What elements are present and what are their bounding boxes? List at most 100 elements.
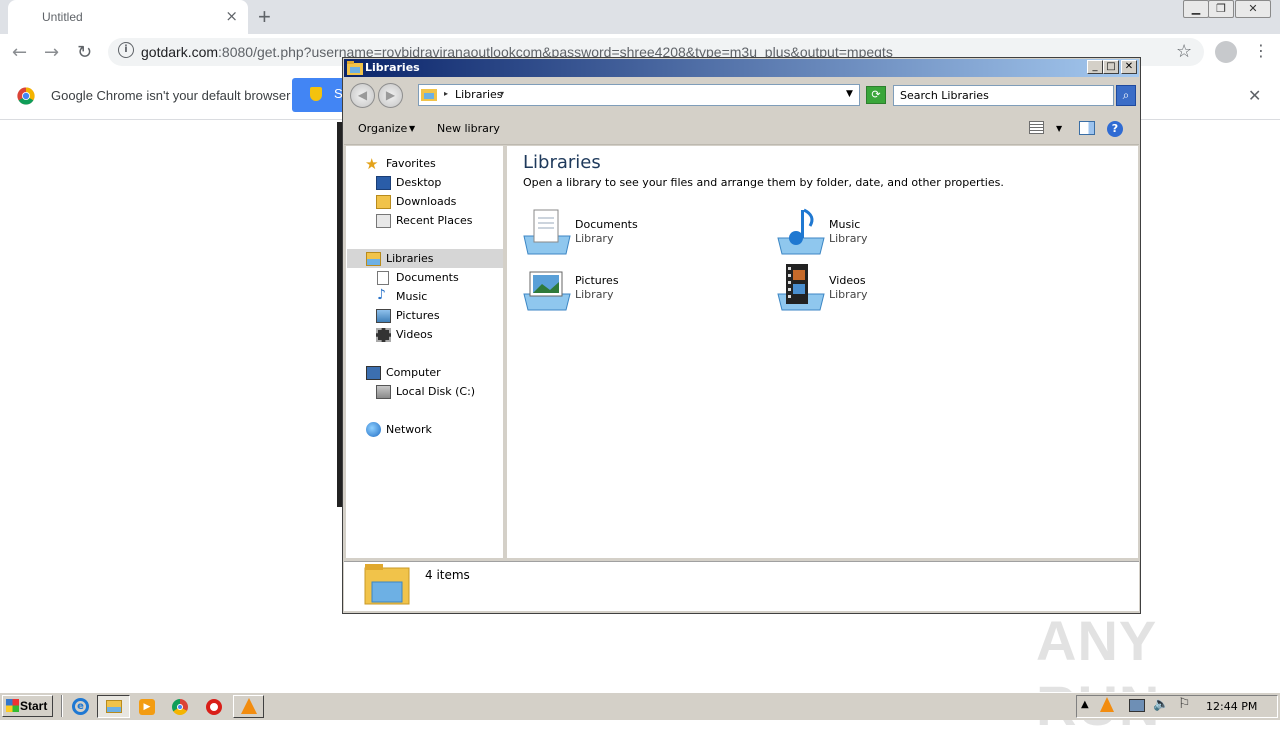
taskbar-explorer-button[interactable] — [97, 695, 130, 718]
nav-libraries[interactable]: Libraries — [386, 252, 434, 265]
new-library-button[interactable]: New library — [437, 122, 500, 135]
library-music[interactable]: Music Library — [776, 206, 1016, 258]
nav-recent-places[interactable]: Recent Places — [396, 214, 473, 227]
library-videos[interactable]: Videos Library — [776, 262, 1016, 314]
view-dropdown-icon[interactable]: ▼ — [1056, 124, 1062, 133]
network-globe-icon — [366, 422, 381, 437]
help-icon[interactable]: ? — [1107, 121, 1123, 137]
tray-expand-icon[interactable]: ▲ — [1081, 699, 1089, 710]
status-libraries-icon — [364, 564, 410, 605]
library-pictures-name: Pictures — [575, 274, 619, 287]
breadcrumb-dropdown-icon[interactable]: ▾ — [500, 89, 504, 98]
organize-dropdown-icon[interactable]: ▼ — [409, 124, 415, 133]
documents-library-icon — [523, 209, 571, 255]
tray-network-icon[interactable] — [1129, 699, 1145, 712]
windows-logo-icon — [6, 699, 19, 712]
reload-icon[interactable]: ↻ — [77, 42, 92, 63]
restore-icon[interactable]: ❐ — [1208, 0, 1234, 18]
breadcrumb-arrow-icon[interactable]: ▸ — [444, 89, 448, 98]
new-tab-button[interactable]: + — [258, 4, 271, 30]
library-videos-name: Videos — [829, 274, 866, 287]
nav-music[interactable]: Music — [396, 290, 427, 303]
libraries-icon — [366, 252, 381, 266]
library-music-type: Library — [829, 232, 868, 245]
explorer-title: Libraries — [365, 61, 420, 74]
favorites-star-icon: ★ — [365, 155, 379, 173]
nav-pictures[interactable]: Pictures — [396, 309, 440, 322]
window-close-icon[interactable]: ✕ — [1235, 0, 1271, 18]
start-label: Start — [20, 699, 48, 713]
libraries-folder-icon — [347, 61, 363, 75]
profile-avatar-icon[interactable] — [1215, 41, 1237, 63]
address-libraries-icon — [421, 89, 437, 101]
back-icon[interactable]: ← — [12, 42, 27, 63]
preview-pane-icon[interactable] — [1079, 121, 1095, 135]
explorer-title-bar[interactable] — [344, 59, 1139, 77]
nav-local-disk[interactable]: Local Disk (C:) — [396, 385, 475, 398]
content-title: Libraries — [523, 152, 601, 173]
downloads-folder-icon — [376, 195, 391, 209]
music-library-icon — [777, 208, 825, 255]
library-videos-type: Library — [829, 288, 868, 301]
documents-icon — [377, 271, 389, 285]
browser-tab[interactable]: Untitled × — [8, 0, 248, 34]
computer-icon — [366, 366, 381, 380]
nav-downloads[interactable]: Downloads — [396, 195, 456, 208]
infobar-message: Google Chrome isn't your default browser — [51, 88, 291, 103]
library-documents-name: Documents — [575, 218, 638, 231]
recent-places-icon — [376, 214, 391, 228]
library-documents[interactable]: Documents Library — [522, 206, 762, 258]
nav-documents[interactable]: Documents — [396, 271, 459, 284]
refresh-icon[interactable]: ⟳ — [866, 86, 886, 104]
nav-desktop[interactable]: Desktop — [396, 176, 441, 189]
library-music-name: Music — [829, 218, 861, 231]
explorer-forward-icon[interactable]: ▶ — [378, 83, 403, 108]
tray-vlc-icon[interactable] — [1100, 697, 1114, 712]
menu-kebab-icon[interactable]: ⋮ — [1253, 41, 1269, 60]
videos-icon — [376, 328, 391, 342]
local-disk-icon — [376, 385, 391, 399]
tab-title: Untitled — [42, 10, 83, 24]
vlc-cone-icon — [241, 698, 257, 714]
taskbar-chrome-icon[interactable] — [169, 697, 191, 717]
taskbar-clock[interactable]: 12:44 PM — [1206, 700, 1257, 713]
explorer-minimize-icon[interactable]: _ — [1087, 60, 1103, 74]
status-item-count: 4 items — [425, 568, 470, 582]
taskbar-media-player-icon[interactable]: ▶ — [136, 697, 158, 717]
nav-favorites[interactable]: Favorites — [386, 157, 436, 170]
infobar-close-icon[interactable]: ✕ — [1248, 86, 1261, 105]
chrome-logo-icon — [17, 87, 35, 105]
pictures-icon — [376, 309, 391, 323]
nav-computer[interactable]: Computer — [386, 366, 441, 379]
explorer-maximize-icon[interactable]: □ — [1103, 60, 1119, 74]
shield-icon — [310, 87, 322, 101]
nav-network[interactable]: Network — [386, 423, 432, 436]
pictures-library-icon — [523, 271, 571, 311]
videos-library-icon — [777, 264, 825, 311]
info-icon[interactable]: i — [118, 42, 134, 58]
taskbar-separator — [61, 695, 63, 717]
taskbar-ie-icon[interactable]: e — [69, 697, 91, 717]
bookmark-star-icon[interactable]: ☆ — [1176, 41, 1192, 62]
search-placeholder: Search Libraries — [900, 89, 989, 102]
minimize-icon[interactable]: ▁ — [1183, 0, 1209, 18]
nav-videos[interactable]: Videos — [396, 328, 433, 341]
address-history-dropdown-icon[interactable]: ▼ — [846, 89, 853, 99]
library-documents-type: Library — [575, 232, 614, 245]
desktop-icon — [376, 176, 391, 190]
organize-button[interactable]: Organize — [358, 122, 407, 135]
library-pictures[interactable]: Pictures Library — [522, 262, 762, 314]
change-view-icon[interactable] — [1029, 121, 1044, 134]
taskbar-vlc-button[interactable] — [233, 695, 264, 718]
explorer-back-icon[interactable]: ◀ — [350, 83, 375, 108]
address-text[interactable]: Libraries — [455, 88, 503, 101]
tab-close-icon[interactable]: × — [225, 7, 238, 25]
taskbar-opera-icon[interactable] — [203, 697, 225, 717]
url-host: gotdark.com — [141, 44, 219, 60]
search-icon[interactable]: ⌕ — [1116, 85, 1136, 106]
explorer-close-icon[interactable]: ✕ — [1121, 60, 1137, 74]
tray-flag-icon[interactable]: ⚐ — [1178, 696, 1191, 712]
forward-icon[interactable]: → — [44, 42, 59, 63]
tray-volume-icon[interactable]: 🔈 — [1153, 697, 1169, 712]
content-description: Open a library to see your files and arr… — [523, 176, 1004, 189]
